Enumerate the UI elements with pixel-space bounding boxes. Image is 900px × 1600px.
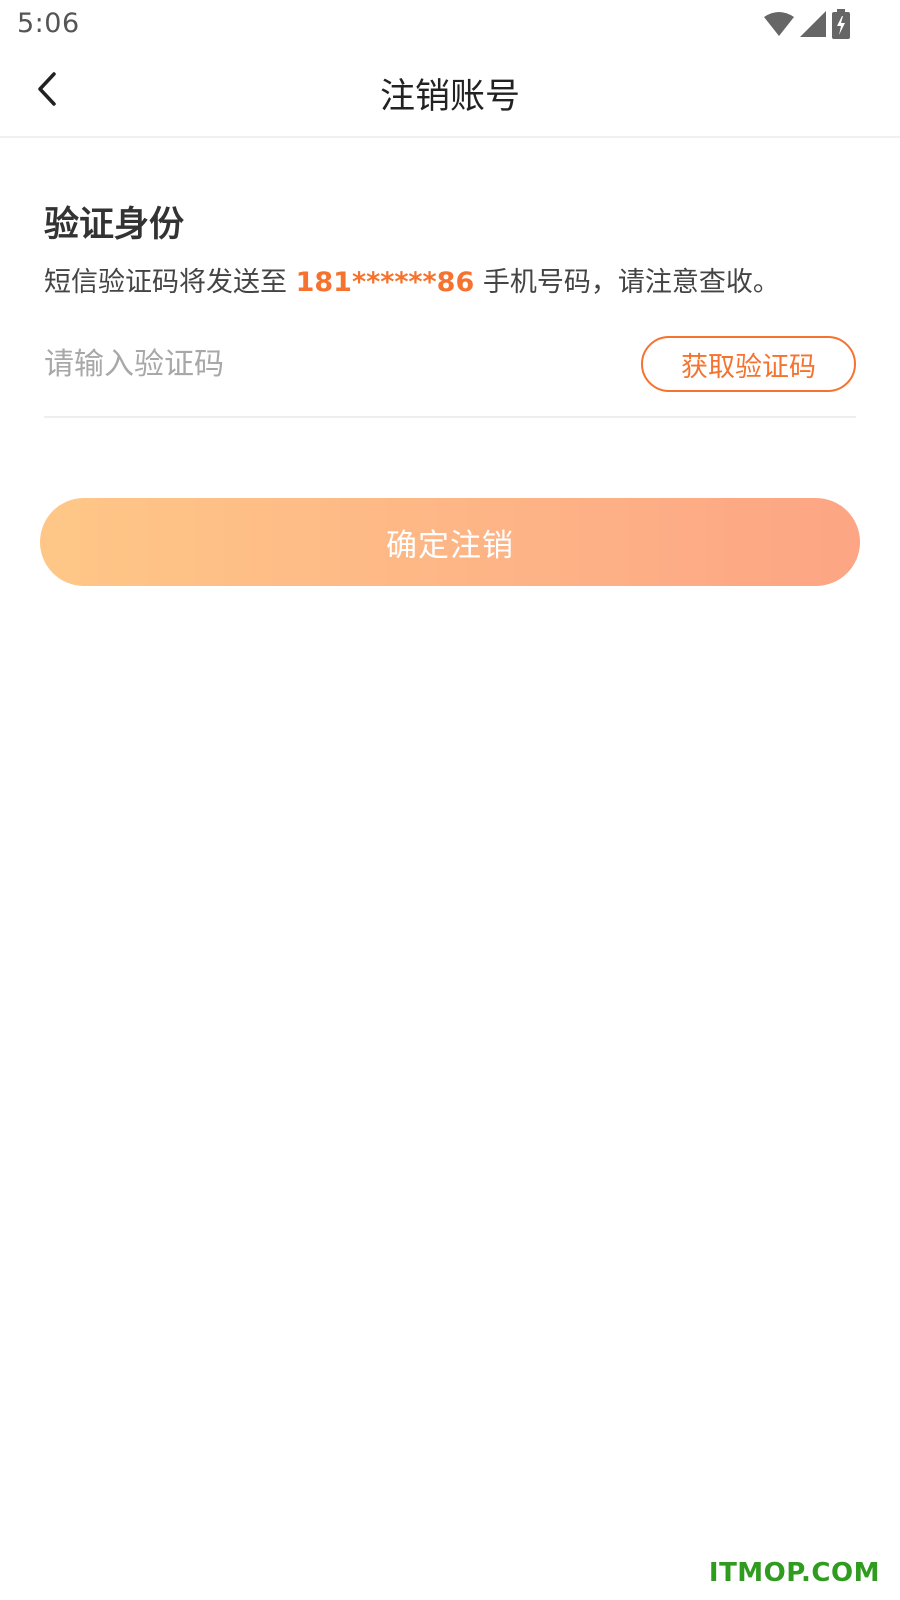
sms-info-text: 短信验证码将发送至 181******86 手机号码，请注意查收。: [44, 260, 780, 299]
verification-code-row: 获取验证码: [44, 330, 856, 418]
sms-info-prefix: 短信验证码将发送至: [44, 267, 287, 298]
page-title: 注销账号: [379, 77, 520, 117]
page: 5:06 注销账号 验证身份 短信验证码将发送至 181******86 手机号…: [0, 0, 900, 1600]
battery-charging-icon: [832, 9, 850, 39]
signal-icon: [800, 11, 826, 37]
get-code-button[interactable]: 获取验证码: [641, 336, 856, 392]
wifi-icon: [764, 11, 794, 37]
sms-info-suffix: 手机号码，请注意查收。: [482, 267, 780, 298]
status-icons: [764, 9, 850, 39]
verification-code-input[interactable]: [44, 336, 564, 392]
confirm-cancel-account-button[interactable]: 确定注销: [40, 498, 860, 586]
watermark: ITMOP.COM: [708, 1558, 880, 1588]
nav-bar: 注销账号: [0, 50, 900, 138]
status-bar: 5:06: [0, 0, 900, 50]
verify-identity-title: 验证身份: [44, 205, 185, 245]
masked-phone-number: 181******86: [295, 267, 475, 298]
status-time: 5:06: [17, 8, 80, 39]
